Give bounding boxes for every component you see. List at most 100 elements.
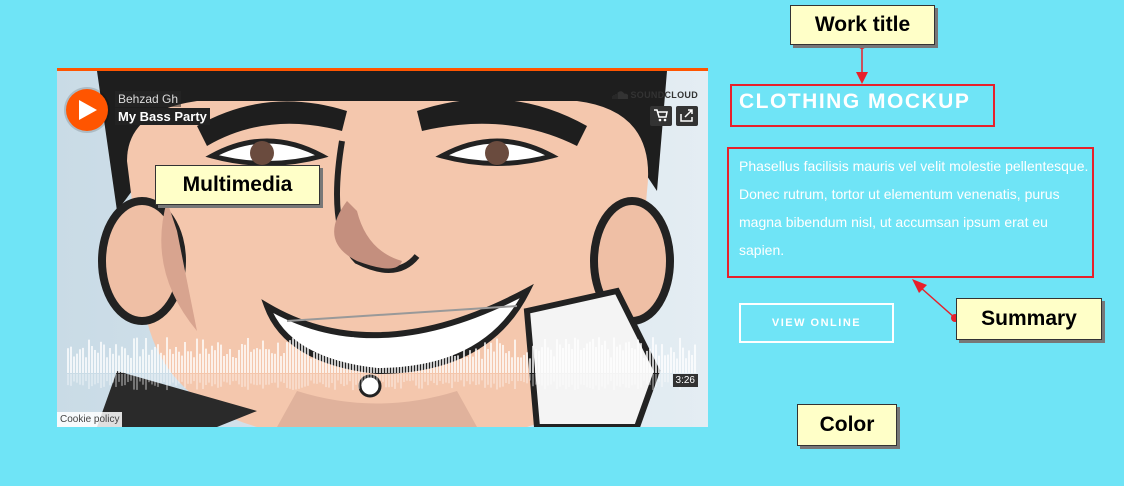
waveform-reflection <box>514 374 516 390</box>
waveform-reflection <box>193 374 195 382</box>
waveform-reflection <box>610 374 612 382</box>
waveform-reflection <box>298 374 300 389</box>
waveform-reflection <box>601 374 603 387</box>
waveform-bar <box>421 340 423 373</box>
waveform-bar <box>223 356 225 373</box>
waveform-reflection <box>79 374 81 385</box>
waveform-reflection <box>370 374 372 389</box>
waveform-bar <box>595 347 597 373</box>
waveform-bar <box>451 341 453 373</box>
share-button[interactable] <box>676 106 698 126</box>
waveform-reflection <box>310 374 312 381</box>
waveform-reflection <box>325 374 327 388</box>
track-duration: 3:26 <box>672 374 698 387</box>
waveform-bar <box>388 343 390 373</box>
waveform-reflection <box>205 374 207 385</box>
summary-highlight <box>727 147 1094 278</box>
waveform-bar <box>640 343 642 373</box>
waveform-reflection <box>394 374 396 389</box>
waveform-bar <box>607 349 609 373</box>
waveform-bar <box>238 349 240 373</box>
waveform-reflection <box>595 374 597 386</box>
waveform-reflection <box>436 374 438 386</box>
waveform-reflection <box>235 374 237 381</box>
waveform-bar <box>100 341 102 373</box>
waveform-reflection <box>604 374 606 389</box>
waveform-reflection <box>361 374 363 387</box>
waveform-bar <box>340 351 342 373</box>
cookie-policy-link[interactable]: Cookie policy <box>57 412 123 427</box>
waveform-bar <box>394 339 396 373</box>
waveform-reflection <box>211 374 213 387</box>
waveform-reflection <box>214 374 216 385</box>
waveform-reflection <box>175 374 177 386</box>
soundcloud-logo[interactable]: SOUNDCLOUD <box>611 90 699 100</box>
waveform-reflection <box>412 374 414 381</box>
waveform-bar <box>559 344 561 373</box>
waveform-reflection <box>616 374 618 386</box>
waveform-bar <box>268 349 270 373</box>
waveform-bar <box>391 344 393 373</box>
waveform-reflection <box>97 374 99 384</box>
waveform-bar <box>358 339 360 373</box>
waveform-bar <box>232 357 234 373</box>
waveform-bar <box>682 347 684 373</box>
waveform-reflection <box>517 374 519 382</box>
waveform-bar <box>403 355 405 373</box>
waveform-bar <box>118 355 120 373</box>
waveform-reflection <box>625 374 627 388</box>
waveform-reflection <box>259 374 261 385</box>
view-online-button[interactable]: VIEW ONLINE <box>739 303 894 343</box>
waveform-reflection <box>322 374 324 385</box>
waveform[interactable] <box>67 333 697 391</box>
waveform-bar <box>205 348 207 373</box>
waveform-bar <box>361 346 363 373</box>
waveform-reflection <box>70 374 72 386</box>
waveform-reflection <box>427 374 429 386</box>
waveform-reflection <box>520 374 522 381</box>
waveform-bar <box>667 354 669 373</box>
waveform-reflection <box>508 374 510 384</box>
waveform-reflection <box>481 374 483 381</box>
artist-name[interactable]: Behzad Gh <box>115 91 182 107</box>
waveform-reflection <box>403 374 405 382</box>
waveform-reflection <box>139 374 141 382</box>
waveform-reflection <box>667 374 669 383</box>
soundcloud-player[interactable]: Behzad Gh My Bass Party SOUNDCLOUD 3:26 … <box>57 68 708 427</box>
waveform-bar <box>367 356 369 373</box>
waveform-bar <box>670 347 672 373</box>
waveform-bar <box>568 344 570 373</box>
waveform-reflection <box>496 374 498 390</box>
waveform-bar <box>562 348 564 373</box>
waveform-bar <box>496 338 498 373</box>
waveform-reflection <box>535 374 537 385</box>
track-title[interactable]: My Bass Party <box>115 108 210 125</box>
play-button[interactable] <box>66 89 108 131</box>
waveform-reflection <box>274 374 276 383</box>
waveform-reflection <box>319 374 321 383</box>
waveform-bar <box>157 344 159 373</box>
waveform-bar <box>406 358 408 373</box>
waveform-reflection <box>202 374 204 390</box>
waveform-reflection <box>583 374 585 386</box>
waveform-bar <box>316 351 318 373</box>
waveform-bar <box>208 353 210 373</box>
waveform-bar <box>217 342 219 373</box>
waveform-reflection <box>445 374 447 383</box>
waveform-bar <box>94 349 96 373</box>
buy-button[interactable] <box>650 106 672 126</box>
waveform-reflection <box>91 374 93 387</box>
waveform-reflection <box>631 374 633 386</box>
waveform-bar <box>331 353 333 373</box>
waveform-reflection <box>463 374 465 387</box>
waveform-reflection <box>547 374 549 386</box>
waveform-reflection <box>103 374 105 387</box>
waveform-bar <box>73 356 75 373</box>
waveform-bar <box>418 340 420 373</box>
waveform-bar <box>355 348 357 373</box>
waveform-reflection <box>223 374 225 382</box>
waveform-bar <box>385 343 387 373</box>
waveform-bar <box>127 355 129 373</box>
waveform-bar <box>304 344 306 373</box>
waveform-reflection <box>268 374 270 385</box>
